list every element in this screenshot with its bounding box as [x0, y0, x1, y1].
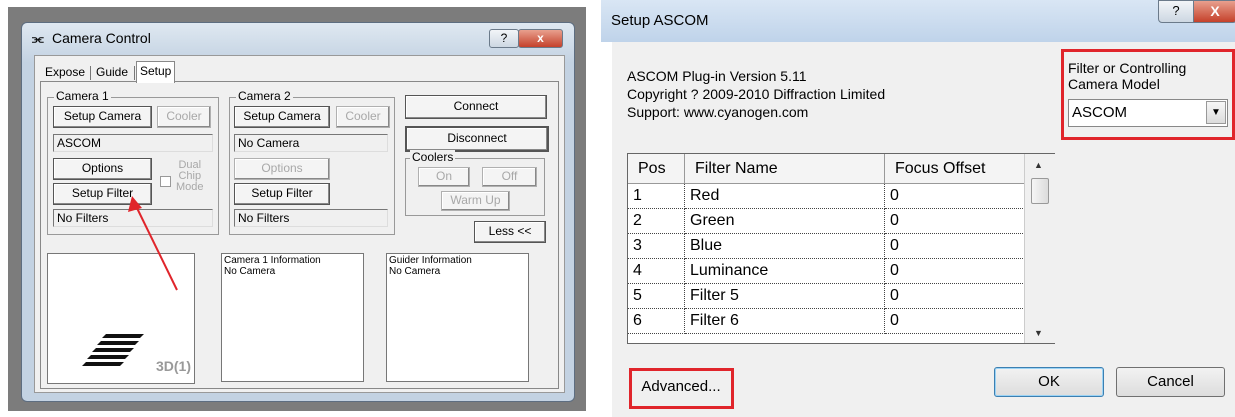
- setup-camera1-button[interactable]: Setup Camera: [53, 106, 152, 128]
- close-button[interactable]: X: [1193, 0, 1235, 23]
- camera2-cooler-button[interactable]: Cooler: [336, 106, 390, 128]
- scroll-thumb[interactable]: [1031, 178, 1049, 204]
- dual-chip-mode-checkbox[interactable]: [160, 176, 171, 187]
- table-cell-focus-offset[interactable]: 0: [885, 309, 1025, 334]
- table-cell-pos[interactable]: 1: [628, 184, 685, 209]
- support-text: Support: www.cyanogen.com: [627, 104, 809, 120]
- cooler-on-button[interactable]: On: [418, 167, 470, 187]
- guider-info-text: No Camera: [389, 266, 441, 277]
- table-cell-filter-name[interactable]: Luminance: [685, 259, 885, 284]
- plugin-version-text: ASCOM Plug-in Version 5.11: [627, 68, 807, 84]
- guider-info-title: Guider Information: [389, 255, 472, 266]
- cooler-off-button[interactable]: Off: [482, 167, 537, 187]
- camera2-legend: Camera 2: [236, 89, 293, 103]
- coolers-legend: Coolers: [410, 150, 456, 164]
- copyright-text: Copyright ? 2009-2010 Diffraction Limite…: [627, 86, 886, 102]
- camera1-status-field: ASCOM: [53, 134, 213, 152]
- table-cell-pos[interactable]: 3: [628, 234, 685, 259]
- less-button[interactable]: Less <<: [474, 221, 546, 243]
- table-cell-pos[interactable]: 4: [628, 259, 685, 284]
- advanced-button[interactable]: Advanced...: [634, 373, 728, 403]
- camera2-status-field: No Camera: [234, 134, 388, 152]
- camera1-info-title: Camera 1 Information: [224, 255, 321, 266]
- camera-model-select[interactable]: ASCOM: [1068, 99, 1228, 127]
- disconnect-button[interactable]: Disconnect: [405, 126, 549, 152]
- table-cell-focus-offset[interactable]: 0: [885, 259, 1025, 284]
- camera2-filters-field: No Filters: [234, 209, 388, 227]
- help-button[interactable]: ?: [489, 29, 519, 48]
- table-scrollbar[interactable]: ▲ ▼: [1024, 154, 1055, 343]
- table-cell-filter-name[interactable]: Filter 5: [685, 284, 885, 309]
- table-cell-pos[interactable]: 6: [628, 309, 685, 334]
- table-cell-focus-offset[interactable]: 0: [885, 184, 1025, 209]
- table-header-pos: Pos: [628, 154, 685, 184]
- table-cell-focus-offset[interactable]: 0: [885, 284, 1025, 309]
- app-icon: ⫘: [32, 31, 44, 46]
- setup-filter2-button[interactable]: Setup Filter: [234, 183, 330, 205]
- tab-guide[interactable]: Guide: [93, 63, 131, 81]
- setup-camera2-button[interactable]: Setup Camera: [234, 106, 330, 128]
- scroll-down-icon[interactable]: ▼: [1034, 328, 1043, 338]
- camera1-options-button[interactable]: Options: [53, 158, 152, 180]
- table-cell-focus-offset[interactable]: 0: [885, 234, 1025, 259]
- table-header-filter-name: Filter Name: [685, 154, 885, 184]
- table-cell-filter-name[interactable]: Red: [685, 184, 885, 209]
- camera1-cooler-button[interactable]: Cooler: [157, 106, 211, 128]
- model-label: Filter or Controlling Camera Model: [1068, 60, 1186, 92]
- tab-divider: [90, 66, 91, 80]
- table-cell-focus-offset[interactable]: 0: [885, 209, 1025, 234]
- filter-table: Pos Filter Name Focus Offset 1 Red 0 2 G…: [627, 153, 1055, 344]
- camera1-info-text: No Camera: [224, 266, 276, 277]
- model-label-line: Filter or Controlling: [1068, 60, 1187, 76]
- help-button[interactable]: ?: [1158, 0, 1194, 23]
- dual-chip-mode-label: Dual Chip Mode: [176, 160, 204, 193]
- table-cell-pos[interactable]: 2: [628, 209, 685, 234]
- connect-button[interactable]: Connect: [405, 95, 547, 119]
- close-button[interactable]: x: [518, 29, 563, 48]
- ok-button[interactable]: OK: [994, 367, 1104, 397]
- cancel-button[interactable]: Cancel: [1116, 367, 1225, 397]
- table-header-focus-offset: Focus Offset: [885, 154, 1025, 184]
- camera1-info-panel: Camera 1 Information No Camera: [221, 253, 364, 382]
- logo-label: 3D(1): [156, 358, 192, 374]
- scroll-up-icon[interactable]: ▲: [1034, 160, 1043, 170]
- tab-setup[interactable]: Setup: [136, 61, 176, 83]
- warm-up-button[interactable]: Warm Up: [441, 191, 510, 211]
- table-cell-pos[interactable]: 5: [628, 284, 685, 309]
- model-label-line: Camera Model: [1068, 76, 1160, 92]
- camera2-options-button[interactable]: Options: [234, 158, 330, 180]
- tab-divider: [134, 66, 135, 80]
- table-cell-filter-name[interactable]: Green: [685, 209, 885, 234]
- table-cell-filter-name[interactable]: Blue: [685, 234, 885, 259]
- window-title: Camera Control: [52, 30, 151, 46]
- camera1-legend: Camera 1: [54, 89, 111, 103]
- tab-expose[interactable]: Expose: [42, 63, 88, 81]
- table-cell-filter-name[interactable]: Filter 6: [685, 309, 885, 334]
- guider-info-panel: Guider Information No Camera: [386, 253, 529, 382]
- chevron-down-icon[interactable]: ▼: [1206, 101, 1226, 124]
- arrow-annotation-icon: [128, 196, 178, 291]
- window-title: Setup ASCOM: [611, 12, 709, 29]
